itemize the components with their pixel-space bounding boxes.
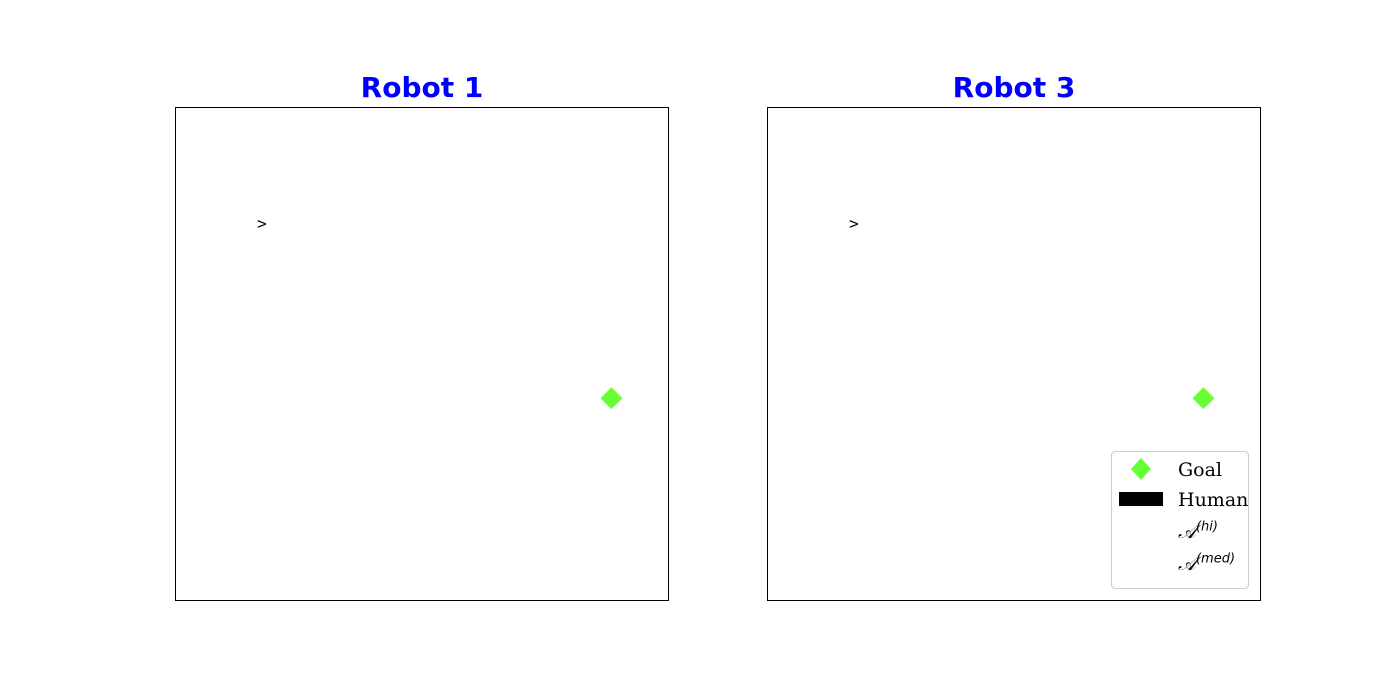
plot-area-robot-1: > (175, 107, 669, 601)
legend-label-a-med-sup: (med) (1195, 551, 1236, 567)
chart-title-robot-1: Robot 1 (360, 71, 484, 104)
legend-label-human: Human (1178, 489, 1249, 511)
legend-entry-human: Human (1112, 484, 1250, 514)
legend-label-goal: Goal (1178, 459, 1223, 481)
legend-entry-a-med: 𝒜(med) (1112, 548, 1250, 578)
legend-label-a-hi-base: 𝒜 (1178, 521, 1196, 543)
goal-marker (600, 387, 623, 410)
legend-entry-a-hi: 𝒜(hi) (1112, 516, 1250, 546)
legend-label-a-hi-sup: (hi) (1195, 519, 1218, 535)
legend-entry-goal: Goal (1112, 454, 1250, 484)
diamond-icon (1131, 458, 1151, 480)
goal-marker (1192, 387, 1215, 410)
chart-title-robot-3: Robot 3 (952, 71, 1076, 104)
legend-label-a-med: 𝒜(med) (1178, 552, 1235, 576)
rect-icon (1119, 492, 1163, 506)
legend-label-a-hi: 𝒜(hi) (1178, 520, 1218, 544)
marker-layer (600, 387, 623, 410)
legend-human-handle (1119, 492, 1163, 506)
legend: Goal Human 𝒜(hi) 𝒜(med) (1111, 451, 1249, 589)
legend-goal-handle (1131, 458, 1151, 480)
legend-label-a-med-base: 𝒜 (1178, 553, 1196, 575)
